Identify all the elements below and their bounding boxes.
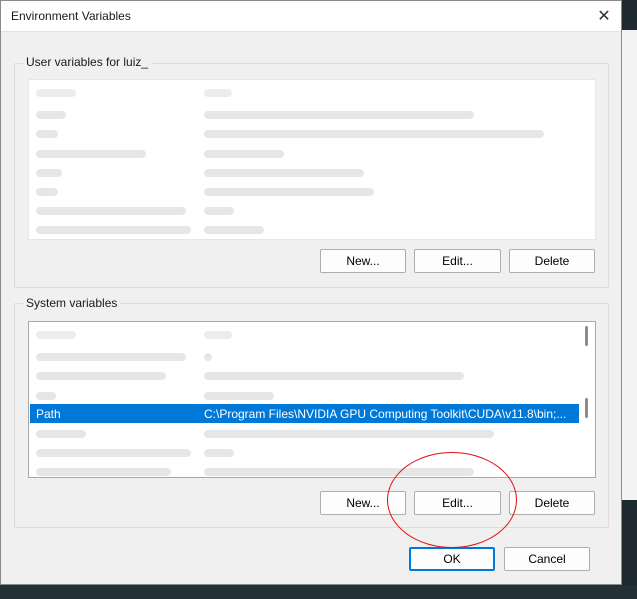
list-item[interactable] — [30, 105, 579, 124]
list-item[interactable] — [30, 124, 579, 143]
vertical-scrollbar[interactable] — [579, 322, 595, 477]
list-item-selected-path[interactable]: Path C:\Program Files\NVIDIA GPU Computi… — [30, 404, 579, 423]
ok-button[interactable]: OK — [409, 547, 495, 571]
list-item[interactable] — [30, 220, 579, 239]
list-item[interactable] — [30, 462, 579, 477]
list-header — [30, 83, 579, 102]
list-header — [30, 325, 579, 344]
list-item[interactable] — [30, 424, 579, 443]
list-item[interactable] — [30, 366, 579, 385]
user-new-button[interactable]: New... — [320, 249, 406, 273]
title-bar: Environment Variables — [1, 1, 621, 32]
system-delete-button[interactable]: Delete — [509, 491, 595, 515]
user-variables-list[interactable] — [28, 79, 596, 240]
background-window-edge — [621, 30, 637, 500]
list-item[interactable] — [30, 201, 579, 220]
close-icon[interactable]: ✕ — [593, 5, 615, 27]
system-edit-button[interactable]: Edit... — [414, 491, 501, 515]
cancel-button[interactable]: Cancel — [504, 547, 590, 571]
window-title: Environment Variables — [11, 9, 131, 23]
scrollbar-thumb[interactable] — [585, 326, 588, 346]
system-variables-label: System variables — [23, 296, 121, 310]
list-item[interactable] — [30, 144, 579, 163]
user-delete-button[interactable]: Delete — [509, 249, 595, 273]
list-item[interactable] — [30, 163, 579, 182]
list-item[interactable] — [30, 347, 579, 366]
desktop-background — [0, 585, 637, 599]
variable-value: C:\Program Files\NVIDIA GPU Computing To… — [204, 406, 567, 421]
list-item[interactable] — [30, 386, 579, 405]
user-variables-label: User variables for luiz_ — [23, 55, 152, 69]
list-item[interactable] — [30, 182, 579, 201]
variable-name: Path — [36, 406, 61, 421]
user-edit-button[interactable]: Edit... — [414, 249, 501, 273]
system-new-button[interactable]: New... — [320, 491, 406, 515]
environment-variables-dialog: Environment Variables ✕ User variables f… — [0, 0, 622, 585]
system-variables-list[interactable]: Path C:\Program Files\NVIDIA GPU Computi… — [28, 321, 596, 478]
scrollbar-thumb[interactable] — [585, 398, 588, 418]
list-item[interactable] — [30, 443, 579, 462]
